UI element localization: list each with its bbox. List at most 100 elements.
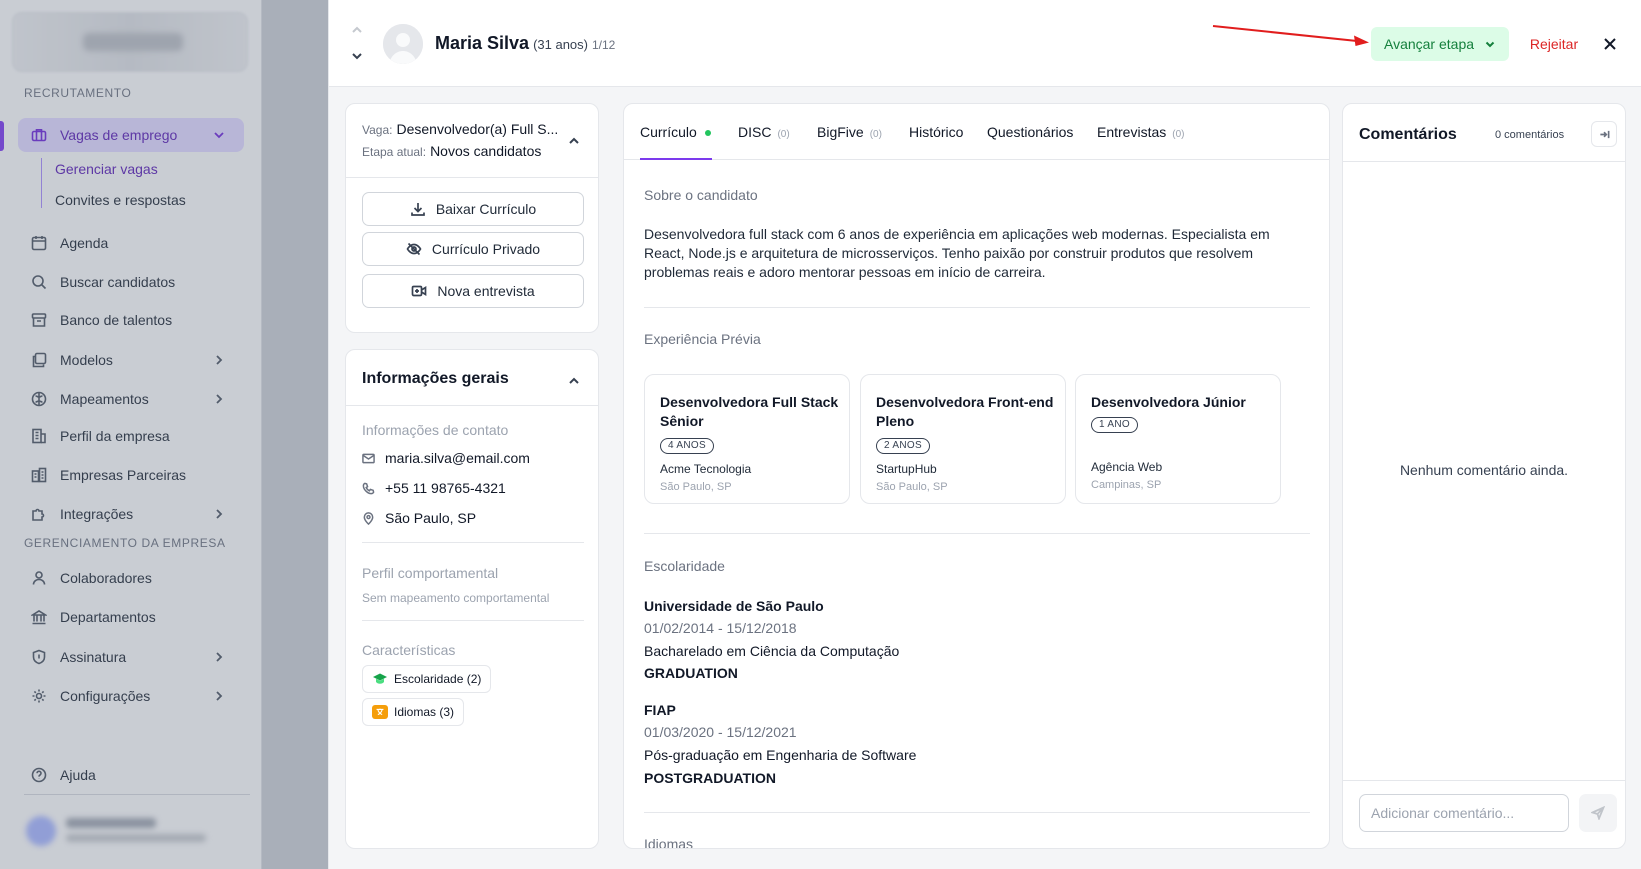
next-candidate-button[interactable] [351,50,365,62]
private-cv-button[interactable]: Currículo Privado [362,232,584,266]
close-button[interactable] [1599,33,1621,55]
contact-email-value: maria.silva@email.com [385,450,530,466]
download-cv-label: Baixar Currículo [435,201,537,217]
tab-label: DISC [738,124,772,140]
collapse-comments-button[interactable] [1591,121,1617,147]
candidate-name: Maria Silva [435,33,530,53]
candidate-panel: Maria Silva (31 anos) 1/12 Avançar etapa R… [328,0,1641,869]
about-text: Desenvolvedora full stack com 6 anos de … [644,226,1270,280]
experience-card: Desenvolvedora Front-end Pleno 2 ANOS St… [860,374,1066,504]
eye-off-icon [406,242,422,256]
chip-languages[interactable]: Idiomas (3) [362,698,465,726]
previous-candidate-button[interactable] [351,24,365,36]
modal-backdrop[interactable] [0,0,328,869]
experience-card: Desenvolvedora Full Stack Sênior 4 ANOS … [644,374,850,504]
contact-phone-value: +55 11 98765-4321 [385,480,506,496]
education-dates: 01/03/2020 - 15/12/2021 [644,724,797,740]
divider [1343,161,1625,162]
experience-duration: 4 ANOS [660,438,714,454]
new-interview-button[interactable]: Nova entrevista [362,274,584,308]
job-vaga-label: Vaga: [362,123,393,137]
experience-role: Desenvolvedora Júnior [1091,394,1246,410]
language-icon [372,705,388,719]
send-icon [1591,806,1605,820]
languages-title: Idiomas [644,836,694,849]
job-vaga-row: Vaga: Desenvolvedor(a) Full S... [362,121,558,137]
new-interview-label: Nova entrevista [437,283,535,299]
chevron-up-icon[interactable] [568,134,580,152]
divider [346,177,598,178]
tab-questionarios[interactable]: Questionários [987,124,1073,140]
education-title: Escolaridade [644,558,725,574]
video-plus-icon [412,285,427,297]
tab-label: Histórico [909,124,964,140]
job-etapa-row: Etapa atual: Novos candidatos [362,143,541,159]
tab-count: (0) [1172,129,1185,140]
divider [346,405,598,406]
comments-title: Comentários [1359,126,1457,143]
education-dates: 01/02/2014 - 15/12/2018 [644,620,797,636]
education-course: Pós-graduação em Engenharia de Software [644,747,917,763]
tab-label: Currículo [640,124,697,140]
comment-input[interactable] [1359,794,1569,832]
advance-stage-label: Avançar etapa [1383,36,1475,52]
chip-languages-label: Idiomas (3) [394,705,455,719]
experience-duration: 1 ANO [1091,417,1138,433]
advance-stage-button[interactable]: Avançar etapa [1371,27,1509,61]
chip-education[interactable]: Escolaridade (2) [362,665,492,693]
tab-entrevistas[interactable]: Entrevistas (0) [1097,124,1184,140]
map-pin-icon [363,511,374,525]
experience-location: São Paulo, SP [876,481,948,493]
candidate-tabs: Currículo DISC (0) BigFive (0) Histórico Q… [624,104,1329,160]
graduation-cap-icon [372,672,388,686]
mail-icon [362,453,375,463]
education-level: POSTGRADUATION [644,770,776,786]
contact-email[interactable]: maria.silva@email.com [362,450,530,466]
candidate-navigation [351,24,365,64]
general-info-card: Informações gerais Informações de contat… [345,349,599,849]
experience-company: Agência Web [1091,460,1163,474]
tab-label: BigFive [817,124,864,140]
chevron-up-icon[interactable] [568,374,580,392]
send-comment-button[interactable] [1579,794,1617,832]
experience-role: Desenvolvedora Full Stack Sênior [660,394,839,429]
tab-disc[interactable]: DISC (0) [738,124,790,140]
divider [362,542,584,543]
general-info-title: Informações gerais [362,370,509,387]
tab-label: Entrevistas [1097,124,1167,140]
about-title: Sobre o candidato [644,187,758,203]
experience-location: Campinas, SP [1091,479,1162,491]
job-vaga-value: Desenvolvedor(a) Full S... [396,121,559,137]
comments-count: 0 comentários [1495,129,1565,141]
phone-icon [362,482,375,494]
user-placeholder-icon [383,24,423,64]
behavior-profile-value: Sem mapeamento comportamental [362,591,550,605]
education-course: Bacharelado em Ciência da Computação [644,643,900,659]
experience-duration: 2 ANOS [876,438,930,454]
divider [362,620,584,621]
experience-title: Experiência Prévia [644,331,761,347]
candidate-header: Maria Silva (31 anos) 1/12 Avançar etapa R… [329,0,1641,87]
tab-curriculo[interactable]: Currículo [640,124,711,140]
contact-phone[interactable]: +55 11 98765-4321 [362,480,506,496]
divider [644,812,1310,813]
contact-location-value: São Paulo, SP [385,510,477,526]
download-icon [410,203,425,216]
candidate-age: (31 anos) [533,37,588,52]
candidate-position: 1/12 [591,38,616,52]
contact-location: São Paulo, SP [362,510,476,526]
job-card: Vaga: Desenvolvedor(a) Full S... Etapa at… [345,103,599,333]
experience-company: Acme Tecnologia [660,462,752,476]
divider [644,533,1310,534]
reject-button[interactable]: Rejeitar [1519,27,1589,61]
collapse-right-icon [1599,130,1609,138]
divider [1343,780,1625,781]
behavior-profile-title: Perfil comportamental [362,565,499,581]
tab-historico[interactable]: Histórico [909,124,963,140]
tab-count: (0) [777,129,790,140]
education-institution: Universidade de São Paulo [644,598,824,614]
tab-label: Questionários [987,124,1074,140]
download-cv-button[interactable]: Baixar Currículo [362,192,584,226]
experience-card: Desenvolvedora Júnior 1 ANO Agência Web … [1075,374,1281,504]
tab-bigfive[interactable]: BigFive (0) [817,124,882,140]
